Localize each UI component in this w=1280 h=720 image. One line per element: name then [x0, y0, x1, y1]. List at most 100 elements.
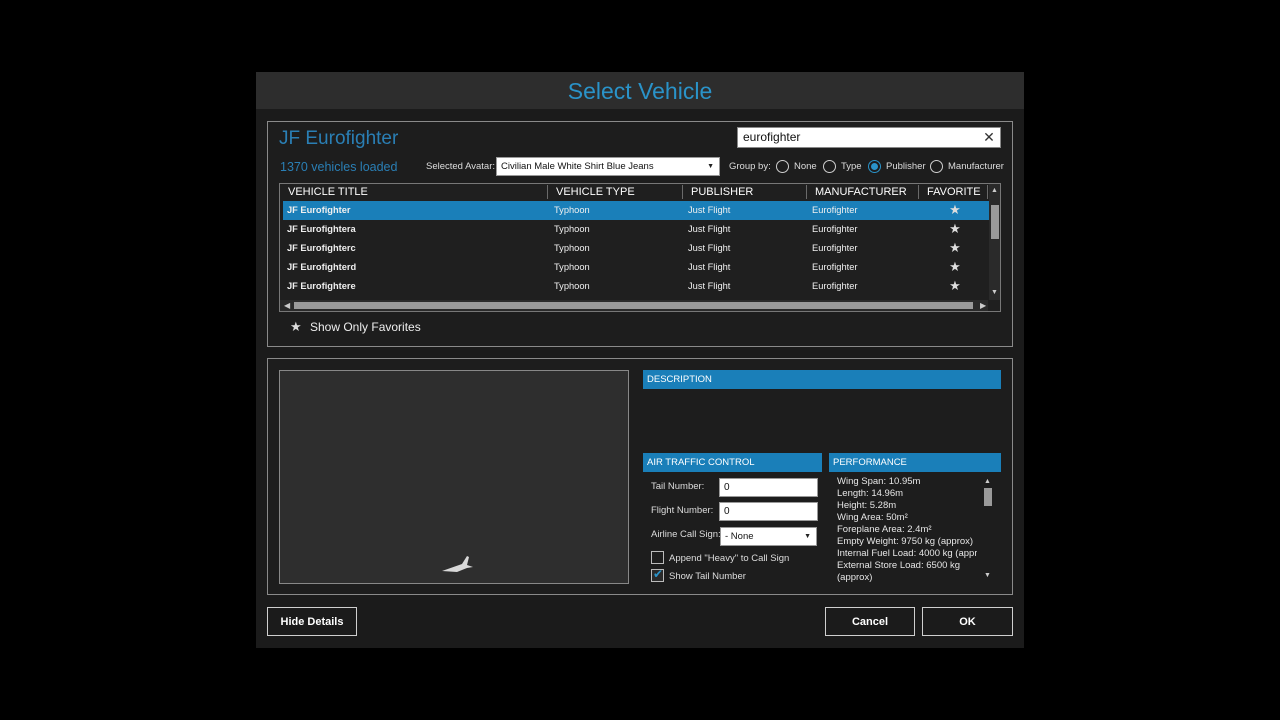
flight-number-input[interactable]: 0	[719, 502, 818, 521]
scroll-down-icon[interactable]: ▼	[984, 572, 991, 579]
search-input[interactable]: eurofighter	[743, 130, 800, 144]
chevron-down-icon: ▼	[707, 163, 714, 170]
horizontal-scrollbar-thumb[interactable]	[294, 302, 973, 309]
column-publisher[interactable]: PUBLISHER	[683, 185, 807, 199]
row-type: Typhoon	[554, 224, 590, 234]
favorite-star-icon[interactable]: ★	[943, 258, 967, 275]
group-publisher-radio[interactable]	[868, 160, 881, 173]
scrollbar-thumb[interactable]	[984, 488, 992, 506]
table-row[interactable]: JF Eurofighter Typhoon Just Flight Eurof…	[283, 201, 990, 220]
cancel-button[interactable]: Cancel	[825, 607, 915, 636]
row-title: JF Eurofightera	[287, 224, 356, 234]
show-only-favorites-toggle[interactable]: Show Only Favorites	[310, 320, 421, 334]
row-publisher: Just Flight	[688, 262, 731, 272]
group-type-label[interactable]: Type	[841, 161, 862, 172]
row-type: Typhoon	[554, 262, 590, 272]
performance-header: PERFORMANCE	[829, 453, 1001, 472]
column-vehicle-type[interactable]: VEHICLE TYPE	[548, 185, 683, 199]
column-manufacturer[interactable]: MANUFACTURER	[807, 185, 919, 199]
table-row[interactable]: JF Eurofightere Typhoon Just Flight Euro…	[283, 277, 990, 296]
scroll-up-icon[interactable]: ▲	[991, 187, 998, 194]
table-row[interactable]: JF Eurofightera Typhoon Just Flight Euro…	[283, 220, 990, 239]
scroll-up-icon[interactable]: ▲	[984, 478, 991, 485]
row-title: JF Eurofighterc	[287, 243, 356, 253]
favorite-star-icon[interactable]: ★	[943, 277, 967, 294]
row-type: Typhoon	[554, 281, 590, 291]
table-header: VEHICLE TITLE VEHICLE TYPE PUBLISHER MAN…	[280, 184, 988, 200]
row-title: JF Eurofighterd	[287, 262, 357, 272]
row-publisher: Just Flight	[688, 224, 731, 234]
airline-callsign-select[interactable]: - None ▼	[720, 527, 817, 546]
scrollbar-thumb[interactable]	[991, 205, 999, 239]
scroll-right-icon[interactable]: ▶	[980, 301, 986, 310]
description-header: DESCRIPTION	[643, 370, 1001, 389]
atc-header: AIR TRAFFIC CONTROL	[643, 453, 822, 472]
aircraft-thumbnail	[442, 556, 473, 572]
checkmark-icon: ✔	[653, 567, 664, 581]
group-manufacturer-label[interactable]: Manufacturer	[948, 161, 1004, 172]
row-manufacturer: Eurofighter	[812, 243, 858, 253]
append-heavy-checkbox[interactable]	[651, 551, 664, 564]
table-horizontal-scrollbar[interactable]: ◀ ▶	[280, 300, 988, 311]
row-manufacturer: Eurofighter	[812, 205, 858, 215]
vehicle-table: VEHICLE TITLE VEHICLE TYPE PUBLISHER MAN…	[279, 183, 1001, 312]
vehicle-preview	[279, 370, 629, 584]
show-tail-number-label[interactable]: Show Tail Number	[669, 571, 746, 582]
group-type-radio[interactable]	[823, 160, 836, 173]
performance-line: Height: 5.28m	[837, 500, 897, 511]
group-publisher-label[interactable]: Publisher	[886, 161, 926, 172]
avatar-select[interactable]: Civilian Male White Shirt Blue Jeans ▼	[496, 157, 720, 176]
favorite-star-icon[interactable]: ★	[943, 220, 967, 237]
column-favorite[interactable]: FAVORITE	[919, 185, 988, 199]
search-box[interactable]: eurofighter ✕	[737, 127, 1001, 148]
ok-button[interactable]: OK	[922, 607, 1013, 636]
favorites-star-icon[interactable]: ★	[290, 319, 302, 335]
performance-line: Wing Area: 50m²	[837, 512, 908, 523]
group-by-label: Group by:	[729, 161, 771, 172]
table-vertical-scrollbar[interactable]: ▲ ▼	[989, 184, 1000, 300]
performance-line: Foreplane Area: 2.4m²	[837, 524, 932, 535]
row-publisher: Just Flight	[688, 243, 731, 253]
flight-number-label: Flight Number:	[651, 505, 714, 516]
table-row[interactable]: JF Eurofighterc Typhoon Just Flight Euro…	[283, 239, 990, 258]
row-type: Typhoon	[554, 243, 590, 253]
row-publisher: Just Flight	[688, 281, 731, 291]
group-none-label[interactable]: None	[794, 161, 817, 172]
avatar-label: Selected Avatar:	[426, 161, 496, 172]
row-manufacturer: Eurofighter	[812, 262, 858, 272]
avatar-select-value: Civilian Male White Shirt Blue Jeans	[501, 161, 654, 172]
selected-vehicle-title: JF Eurofighter	[279, 128, 399, 149]
row-title: JF Eurofighter	[287, 205, 351, 215]
group-none-radio[interactable]	[776, 160, 789, 173]
group-manufacturer-radio[interactable]	[930, 160, 943, 173]
scroll-down-icon[interactable]: ▼	[991, 289, 998, 296]
favorite-star-icon[interactable]: ★	[943, 239, 967, 256]
clear-search-icon[interactable]: ✕	[981, 129, 997, 146]
tail-number-label: Tail Number:	[651, 481, 705, 492]
performance-scrollbar[interactable]: ▲ ▼	[982, 478, 994, 582]
airline-callsign-label: Airline Call Sign:	[651, 529, 721, 540]
performance-line: Wing Span: 10.95m	[837, 476, 921, 487]
dialog-title: Select Vehicle	[256, 72, 1024, 109]
hide-details-button[interactable]: Hide Details	[267, 607, 357, 636]
table-row[interactable]: JF Eurofighterd Typhoon Just Flight Euro…	[283, 258, 990, 277]
append-heavy-label[interactable]: Append "Heavy" to Call Sign	[669, 553, 789, 564]
performance-line: External Store Load: 6500 kg	[837, 560, 961, 571]
vehicles-loaded-count: 1370 vehicles loaded	[280, 160, 398, 174]
chevron-down-icon: ▼	[804, 533, 811, 540]
row-manufacturer: Eurofighter	[812, 281, 858, 291]
show-tail-number-checkbox[interactable]: ✔	[651, 567, 664, 582]
tail-number-input[interactable]: 0	[719, 478, 818, 497]
performance-line: Internal Fuel Load: 4000 kg (approx)	[837, 548, 977, 559]
row-type: Typhoon	[554, 205, 590, 215]
row-manufacturer: Eurofighter	[812, 224, 858, 234]
performance-line: Empty Weight: 9750 kg (approx)	[837, 536, 974, 547]
column-vehicle-title[interactable]: VEHICLE TITLE	[280, 185, 548, 199]
row-title: JF Eurofightere	[287, 281, 356, 291]
scroll-left-icon[interactable]: ◀	[284, 301, 290, 310]
favorite-star-icon[interactable]: ★	[943, 201, 967, 218]
performance-line: Length: 14.96m	[837, 488, 904, 499]
performance-line: (approx)	[837, 572, 873, 583]
performance-list: Wing Span: 10.95m Length: 14.96m Height:…	[837, 476, 977, 584]
callsign-select-value: - None	[725, 531, 754, 542]
